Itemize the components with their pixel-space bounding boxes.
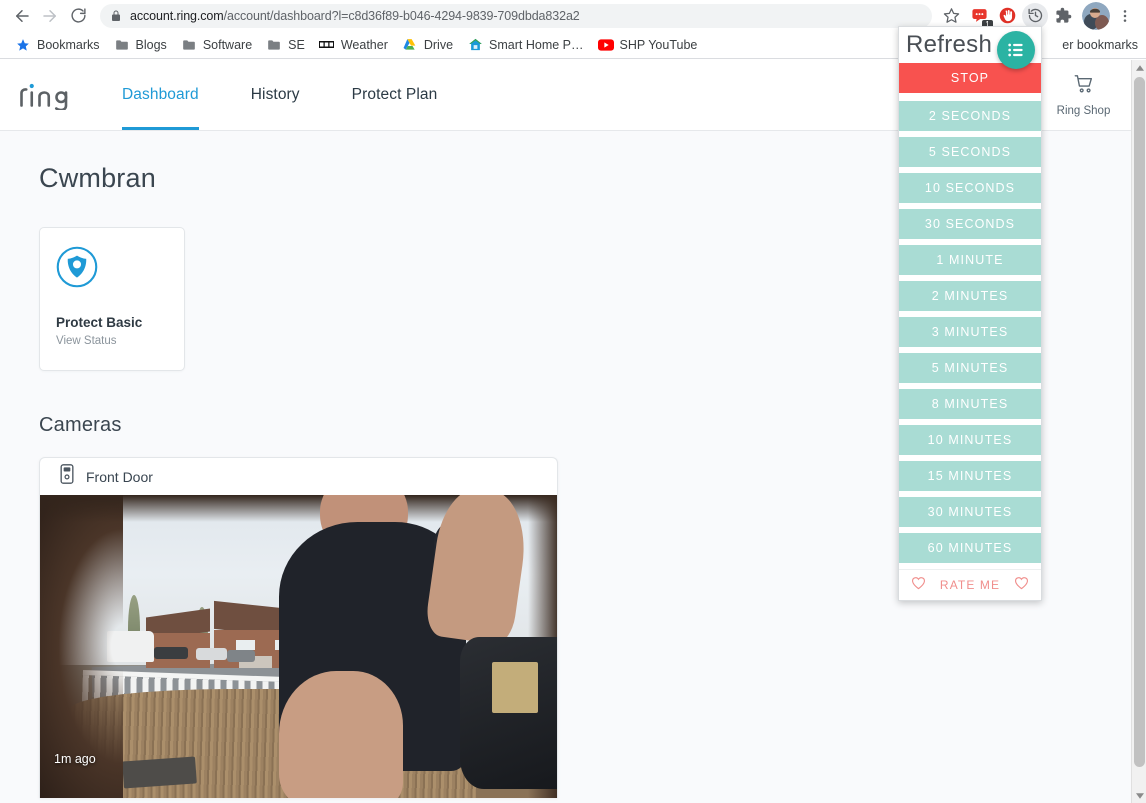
bookmark-blogs[interactable]: Blogs [107, 35, 174, 55]
interval-2-minutes[interactable]: 2 MINUTES [899, 281, 1041, 311]
interval-5-seconds[interactable]: 5 SECONDS [899, 137, 1041, 167]
rate-me-label: RATE ME [939, 578, 1001, 592]
folder-icon [266, 37, 282, 53]
google-drive-icon [402, 37, 418, 53]
interval-8-minutes[interactable]: 8 MINUTES [899, 389, 1041, 419]
three-dots-menu-icon[interactable] [1112, 3, 1138, 29]
ring-shop-label: Ring Shop [1056, 105, 1111, 117]
interval-30-minutes[interactable]: 30 MINUTES [899, 497, 1041, 527]
smart-home-icon [467, 37, 483, 53]
bookmark-label: Software [202, 37, 253, 52]
bookmark-label: Bookmarks [37, 37, 100, 52]
folder-icon [181, 37, 197, 53]
speech-bubble-extension-icon[interactable]: 1 [966, 3, 993, 31]
youtube-icon [597, 37, 614, 53]
delivery-bag [460, 637, 557, 789]
list-menu-icon[interactable] [997, 31, 1035, 69]
protect-shield-icon [56, 246, 168, 293]
interval-3-minutes[interactable]: 3 MINUTES [899, 317, 1041, 347]
scrollbar-thumb[interactable] [1134, 77, 1145, 767]
camera-scene [40, 495, 557, 798]
camera-card-header: Front Door [40, 458, 557, 495]
page-scrollbar[interactable] [1131, 60, 1146, 803]
view-status-link[interactable]: View Status [56, 335, 168, 347]
bbc-icon [319, 37, 335, 53]
protect-card-title: Protect Basic [56, 315, 143, 330]
popup-title: Refresh [906, 31, 993, 58]
ring-logo[interactable] [0, 60, 96, 130]
star-icon [15, 37, 31, 53]
camera-name: Front Door [86, 468, 153, 485]
interval-5-minutes[interactable]: 5 MINUTES [899, 353, 1041, 383]
bookmark-label: SHP YouTube [619, 37, 698, 52]
shopping-cart-icon [1072, 73, 1096, 100]
url-path: /account/dashboard?l=c8d36f89-b046-4294-… [223, 8, 580, 23]
bookmark-label: Blogs [135, 37, 167, 52]
bookmark-label: Smart Home P… [489, 37, 584, 52]
browser-window: account.ring.com/account/dashboard?l=c8d… [0, 0, 1146, 803]
address-bar[interactable]: account.ring.com/account/dashboard?l=c8d… [100, 3, 932, 28]
url-domain: account.ring.com [130, 8, 224, 23]
interval-2-seconds[interactable]: 2 SECONDS [899, 101, 1041, 131]
camera-snapshot[interactable]: 1m ago [40, 495, 557, 798]
bookmark-drive[interactable]: Drive [395, 35, 460, 55]
other-bookmarks-button[interactable]: er bookmarks [1062, 38, 1138, 52]
interval-60-minutes[interactable]: 60 MINUTES [899, 533, 1041, 563]
interval-10-seconds[interactable]: 10 SECONDS [899, 173, 1041, 203]
scroll-down-arrow-icon[interactable] [1132, 788, 1146, 803]
bookmark-smart-home-p[interactable]: Smart Home P… [460, 35, 590, 55]
interval-30-seconds[interactable]: 30 SECONDS [899, 209, 1041, 239]
tab-history[interactable]: History [225, 60, 326, 130]
url-text: account.ring.com/account/dashboard?l=c8d… [130, 9, 580, 23]
other-bookmarks-label: er bookmarks [1062, 37, 1138, 52]
bookmark-weather[interactable]: Weather [312, 35, 395, 55]
forward-button[interactable] [36, 2, 64, 30]
ublock-stop-hand-icon[interactable] [994, 3, 1020, 29]
protect-plan-card[interactable]: Protect Basic View Status [39, 227, 185, 371]
interval-1-minute[interactable]: 1 MINUTE [899, 245, 1041, 275]
refresh-extension-popup: Refresh STOP 2 SECONDS 5 SECONDS 10 SECO… [898, 26, 1042, 601]
interval-10-minutes[interactable]: 10 MINUTES [899, 425, 1041, 455]
bookmark-software[interactable]: Software [174, 35, 259, 55]
bookmark-label: Drive [423, 37, 454, 52]
heart-outline-icon [1014, 576, 1029, 595]
extensions-group: 1 [964, 2, 1078, 31]
bookmark-shp-youtube[interactable]: SHP YouTube [591, 35, 705, 55]
heart-outline-icon [911, 576, 926, 595]
rate-me-button[interactable]: RATE ME [899, 569, 1041, 600]
package-label [491, 661, 539, 714]
ring-shop-button[interactable]: Ring Shop [1035, 60, 1131, 130]
bookmark-label: SE [288, 37, 305, 52]
bookmark-star-button[interactable] [938, 3, 964, 29]
tab-protect-plan[interactable]: Protect Plan [326, 60, 464, 130]
video-doorbell-icon [60, 464, 74, 489]
camera-card: Front Door 1m ago [39, 457, 558, 798]
tab-dashboard[interactable]: Dashboard [96, 60, 225, 130]
popup-header: Refresh [899, 27, 1041, 69]
main-nav-tabs: Dashboard History Protect Plan [96, 60, 463, 130]
folder-icon [114, 37, 130, 53]
puzzle-extensions-icon[interactable] [1050, 3, 1076, 29]
tab-label: Protect Plan [351, 86, 438, 103]
tab-label: History [250, 86, 300, 103]
scroll-up-arrow-icon[interactable] [1132, 60, 1146, 75]
bookmark-se[interactable]: SE [259, 35, 312, 55]
camera-timestamp: 1m ago [54, 752, 96, 766]
reload-button[interactable] [64, 2, 92, 30]
tab-label: Dashboard [122, 86, 199, 103]
lock-icon [110, 10, 122, 22]
bookmark-bookmarks[interactable]: Bookmarks [8, 35, 107, 55]
refresh-history-extension-icon[interactable] [1022, 2, 1048, 29]
profile-avatar[interactable] [1082, 1, 1110, 30]
back-button[interactable] [8, 2, 36, 30]
person [40, 495, 557, 798]
bookmark-label: Weather [340, 37, 388, 52]
interval-15-minutes[interactable]: 15 MINUTES [899, 461, 1041, 491]
